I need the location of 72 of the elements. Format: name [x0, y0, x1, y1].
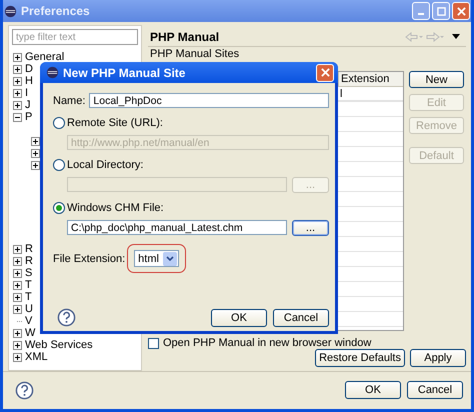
tree-item[interactable]: W [25, 327, 36, 339]
help-icon[interactable] [15, 380, 34, 400]
close-button[interactable] [316, 64, 334, 82]
expander-icon[interactable] [13, 88, 22, 98]
path-field[interactable]: C:\php_doc\php_manual_Latest.chm [67, 220, 287, 235]
table-cell-text: l [339, 87, 344, 100]
tree-item[interactable]: S [25, 267, 32, 279]
expander-icon[interactable] [13, 328, 22, 338]
expander-icon[interactable] [13, 76, 22, 86]
expander-icon[interactable] [13, 112, 22, 122]
expander-icon[interactable] [13, 244, 22, 254]
minimize-icon [418, 13, 424, 15]
expander-icon[interactable] [13, 280, 22, 290]
close-icon [456, 6, 466, 16]
expander-icon[interactable] [31, 136, 40, 146]
page-button[interactable]: Apply [410, 349, 466, 367]
browse-button[interactable]: ... [292, 220, 329, 236]
tree-item[interactable]: R [25, 255, 33, 267]
checkbox[interactable] [148, 338, 159, 348]
radio-label[interactable]: Windows CHM File: [67, 202, 164, 214]
tree-item[interactable]: U [25, 303, 33, 315]
window-title: Preferences [21, 4, 90, 18]
tree-item[interactable]: D [25, 63, 33, 75]
view-menu-icon[interactable] [452, 34, 460, 39]
expander-icon[interactable] [13, 268, 22, 278]
section-label: PHP Manual Sites [150, 48, 240, 60]
page-title: PHP Manual [150, 30, 220, 44]
expander-icon[interactable] [13, 100, 22, 110]
radio-label[interactable]: Local Directory: [67, 159, 144, 171]
expander-icon[interactable] [13, 304, 22, 314]
side-button[interactable]: New [409, 71, 464, 88]
tree-item[interactable]: XML [25, 351, 48, 363]
checkbox-label: Open PHP Manual in new browser window [163, 337, 372, 349]
field-label: File Extension: [53, 252, 126, 264]
expander-icon[interactable] [13, 256, 22, 266]
dialog-button[interactable]: OK [345, 381, 401, 399]
radio-button[interactable] [53, 159, 65, 171]
tree-item[interactable]: V [25, 315, 32, 327]
tree-item[interactable]: J [25, 99, 30, 111]
tree-item[interactable]: T [25, 279, 32, 291]
close-button[interactable] [452, 2, 470, 20]
tree-item[interactable]: T [25, 291, 32, 303]
expander-icon[interactable] [13, 340, 22, 350]
radio-button[interactable] [53, 117, 65, 129]
radio-label[interactable]: Remote Site (URL): [67, 117, 163, 129]
tree-item[interactable]: Web Services [25, 339, 93, 351]
eclipse-icon [4, 4, 17, 18]
dialog-button[interactable]: Cancel [407, 381, 463, 399]
name-field[interactable]: Local_PhpDoc [89, 93, 329, 108]
field-label: Name: [53, 94, 86, 106]
expander-icon[interactable] [13, 52, 22, 62]
expander-icon[interactable] [13, 292, 22, 302]
help-icon[interactable] [57, 308, 76, 327]
tree-item[interactable]: I [25, 87, 28, 99]
close-icon [320, 68, 330, 77]
tree-item[interactable]: H [25, 75, 33, 87]
expander-icon[interactable] [31, 148, 40, 158]
expander-icon[interactable] [13, 352, 22, 362]
expander-icon[interactable] [31, 160, 40, 170]
eclipse-icon [46, 66, 59, 79]
radio-button[interactable] [53, 202, 65, 214]
dialog-title: New PHP Manual Site [63, 66, 186, 80]
dialog-button[interactable]: OK [211, 308, 267, 326]
maximize-icon [436, 6, 446, 16]
page-button[interactable]: Restore Defaults [315, 349, 405, 367]
extension-dropdown[interactable]: html [134, 250, 179, 267]
expander-icon[interactable] [13, 64, 22, 74]
dialog-button[interactable]: Cancel [273, 308, 329, 326]
tree-item[interactable]: P [25, 111, 32, 123]
filter-field[interactable]: type filter text [12, 29, 138, 45]
tree-item[interactable]: General [25, 51, 64, 63]
tree-item[interactable]: R [25, 243, 33, 255]
